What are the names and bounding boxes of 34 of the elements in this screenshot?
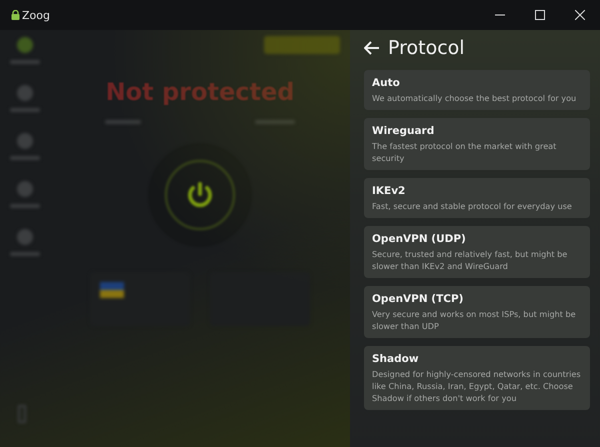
protocol-name: Wireguard [372, 125, 436, 137]
protocol-option[interactable]: Auto We automatically choose the best protocol for you [364, 70, 590, 110]
back-button[interactable] [364, 41, 380, 55]
premium-button[interactable] [264, 36, 340, 54]
nav-icon[interactable] [16, 180, 34, 198]
protocol-name: OpenVPN (UDP) [372, 233, 467, 245]
protocol-name: Auto [372, 77, 401, 89]
close-icon [575, 10, 585, 20]
nav-icon[interactable] [16, 36, 34, 54]
protocol-description: Fast, secure and stable protocol for everyday use [372, 200, 573, 212]
nav-icon[interactable] [16, 228, 34, 246]
protocol-option[interactable]: Shadow Designed for highly-censored networks in countries like China, Russia, Iran, Egypt, Qatar, etc. Choose Shadow if others don't work for you [364, 346, 590, 410]
protocol-name: Shadow [372, 353, 420, 365]
protocol-option[interactable]: OpenVPN (TCP) Very secure and works on most ISPs, but might be slower than UDP [364, 286, 590, 338]
nav-icon[interactable] [16, 132, 34, 150]
lock-icon [11, 10, 20, 20]
protocol-description: We automatically choose the best protocol for you [372, 92, 578, 104]
protocol-description: The fastest protocol on the market with great security [372, 140, 558, 164]
protocol-name: OpenVPN (TCP) [372, 293, 464, 305]
protocol-description: Secure, trusted and relatively fast, but might be slower than IKEv2 and WireGuard [372, 248, 568, 272]
protocol-name: IKEv2 [372, 185, 406, 197]
flag-icon [100, 282, 124, 298]
protocol-description: Very secure and works on most ISPs, but might be slower than UDP [372, 308, 577, 332]
status-text: Not protected [106, 78, 294, 106]
nav-icon[interactable] [16, 84, 34, 102]
app-title: Zoog [22, 8, 50, 22]
protocol-option[interactable]: IKEv2 Fast, secure and stable protocol for everyday use [364, 178, 590, 218]
protocol-option[interactable]: Wireguard The fastest protocol on the market with great security [364, 118, 590, 170]
maximize-icon [535, 10, 545, 20]
panel-title: Protocol [388, 37, 465, 59]
back-arrow-icon [364, 41, 380, 55]
power-button[interactable] [145, 140, 255, 250]
protocol-option[interactable]: OpenVPN (UDP) Secure, trusted and relatively fast, but might be slower than IKEv2 and WireGuard [364, 226, 590, 278]
protocol-description: Designed for highly-censored networks in countries like China, Russia, Iran, Egypt, Qatar, etc. Choose Shadow if others don't work for you [372, 368, 582, 404]
